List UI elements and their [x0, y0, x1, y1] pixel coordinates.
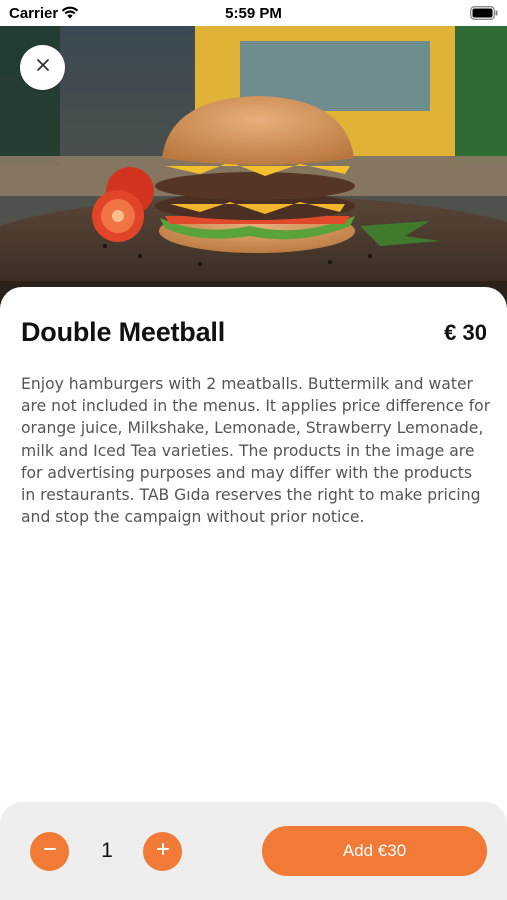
product-name: Double Meetball — [21, 317, 226, 347]
battery-icon — [470, 6, 498, 20]
quantity-value: 1 — [101, 839, 113, 862]
increase-quantity-button[interactable] — [143, 832, 182, 871]
close-button[interactable] — [20, 45, 65, 90]
cart-bar: 1 Add €30 — [0, 802, 507, 900]
add-to-cart-button[interactable]: Add €30 — [262, 826, 487, 876]
minus-icon — [43, 842, 57, 861]
decrease-quantity-button[interactable] — [30, 832, 69, 871]
plus-icon — [156, 842, 170, 861]
product-price: € 30 — [444, 320, 487, 345]
close-icon — [36, 58, 50, 77]
product-description: Enjoy hamburgers with 2 meatballs. Butte… — [21, 375, 491, 527]
status-bar: Carrier 5:59 PM — [0, 0, 507, 26]
status-time: 5:59 PM — [225, 5, 282, 22]
product-image — [0, 26, 507, 310]
product-details-sheet: Double Meetball € 30 Enjoy hamburgers wi… — [0, 287, 507, 807]
